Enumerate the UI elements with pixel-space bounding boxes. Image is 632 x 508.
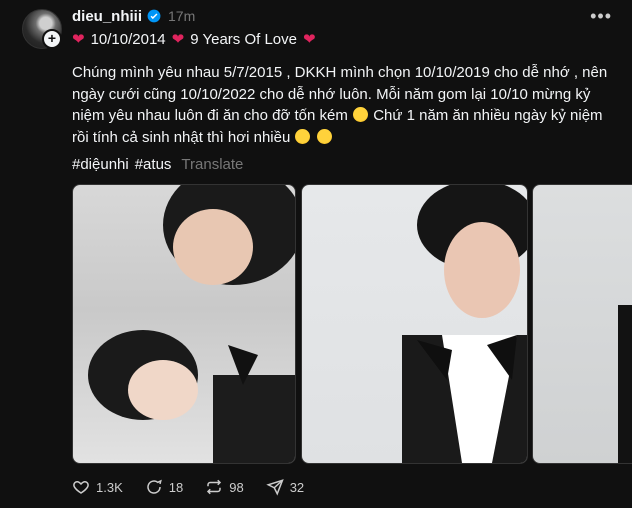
post-photo[interactable]	[72, 184, 296, 464]
follow-plus-icon[interactable]: +	[42, 29, 62, 49]
body-line: ngày cưới cũng 10/10/2022 cho dễ nhớ luô…	[72, 85, 591, 103]
post-photo[interactable]	[301, 184, 528, 464]
body-line: Chúng mình yêu nhau 5/7/2015 , DKKH mình…	[72, 64, 608, 81]
hashtag[interactable]: #diệunhi	[72, 156, 129, 173]
body-line: rồi tính cả sinh nhật thì hơi nhiều	[72, 127, 620, 149]
like-count: 1.3K	[96, 479, 123, 495]
post-header: dieu_nhiii 17m	[72, 7, 195, 25]
heart-icon: ❤	[72, 31, 85, 48]
post-headline: ❤ 10/10/2014 ❤ 9 Years Of Love ❤	[72, 30, 316, 49]
translate-link[interactable]: Translate	[181, 156, 243, 173]
photo-2-illustration	[402, 185, 527, 463]
like-button[interactable]: 1.3K	[72, 478, 123, 496]
heart-icon: ❤	[302, 31, 316, 48]
repost-button[interactable]: 98	[205, 478, 244, 496]
tags: #diệunhi #atus Translate	[72, 156, 243, 173]
post-actions: 1.3K 18 98 32	[72, 478, 304, 496]
comment-count: 18	[168, 479, 184, 495]
post-time: 17m	[168, 8, 196, 24]
photo-1-illustration	[88, 185, 295, 463]
headline-date: 10/10/2014	[90, 30, 166, 48]
repost-icon	[207, 479, 222, 495]
headline-text: 9 Years Of Love	[190, 30, 297, 48]
comment-icon	[147, 479, 162, 494]
hashtag[interactable]: #atus	[135, 156, 172, 173]
body-line: niệm yêu nhau luôn đi ăn cho đỡ tốn kém …	[72, 107, 603, 124]
smile-emoji-icon	[316, 128, 332, 144]
verified-badge-icon	[147, 9, 161, 23]
heart-icon: ❤	[171, 31, 185, 48]
heart-outline-icon	[73, 480, 89, 494]
photo-3-illustration	[618, 305, 632, 463]
laughing-emoji-icon	[295, 128, 311, 144]
tongue-emoji-icon	[353, 107, 369, 122]
comment-button[interactable]: 18	[145, 478, 183, 496]
post-body: Chúng mình yêu nhau 5/7/2015 , DKKH mình…	[72, 62, 620, 148]
repost-count: 98	[229, 479, 244, 495]
more-options-icon[interactable]: •••	[590, 6, 612, 27]
post-photo[interactable]	[532, 184, 632, 464]
share-count: 32	[289, 479, 305, 495]
share-button[interactable]: 32	[265, 478, 305, 496]
username[interactable]: dieu_nhiii	[72, 8, 142, 25]
send-icon	[265, 479, 284, 496]
